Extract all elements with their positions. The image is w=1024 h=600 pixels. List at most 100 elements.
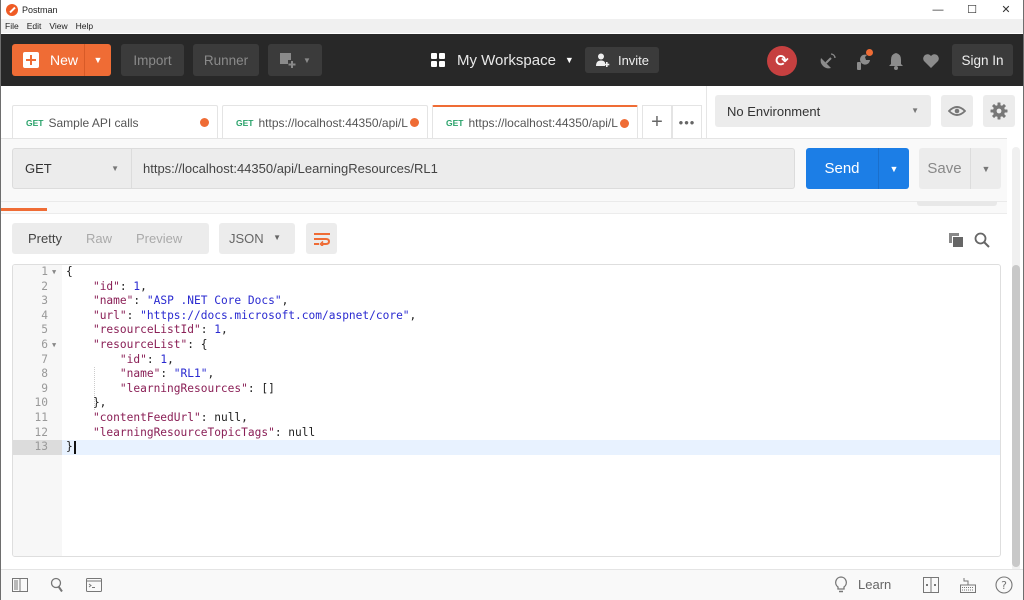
code-line: 4 "url": "https://docs.microsoft.com/asp… [13,309,1000,324]
new-tab-button[interactable]: + [642,105,672,139]
request-tab-active[interactable]: GET https://localhost:44350/api/L [432,105,638,139]
find-button[interactable] [48,576,66,594]
runner-button[interactable]: Runner [193,44,259,76]
search-button[interactable] [973,231,991,249]
manage-environments-button[interactable] [983,95,1015,127]
notifications-button[interactable] [885,50,907,72]
keyboard-shortcuts-button[interactable] [959,576,977,594]
new-button-label: New [50,52,79,68]
wrap-lines-button[interactable] [306,223,337,254]
console-button[interactable] [85,576,103,594]
request-tab[interactable]: GET https://localhost:44350/api/L [222,105,428,139]
scrollbar-thumb[interactable] [1012,265,1020,567]
learn-bulb-button[interactable] [832,576,850,594]
code-line: 8 "name": "RL1", [13,367,1000,382]
method-select[interactable]: GET ▼ [12,148,132,189]
menu-help[interactable]: Help [76,21,93,31]
favorites-button[interactable] [920,50,942,72]
tab-label: https://localhost:44350/api/L [258,115,408,130]
menu-view[interactable]: View [49,21,67,31]
format-select[interactable]: JSON ▼ [219,223,295,254]
json-key: "id" [119,352,147,366]
workspace-selector[interactable]: My Workspace ▼ [431,44,574,76]
unsaved-dot-icon [200,118,209,127]
save-button[interactable]: Save [919,148,970,189]
line-number: 8 [41,367,48,381]
line-number: 5 [41,323,48,337]
line-number: 7 [41,352,48,366]
minimize-button[interactable]: — [921,0,955,19]
copy-button[interactable] [947,231,965,249]
request-bar: GET ▼ https://localhost:44350/api/Learni… [1,139,1007,213]
caret-down-icon: ▼ [111,164,119,173]
send-button[interactable]: Send [806,148,878,189]
json-key: "learningResourceTopicTags" [92,425,275,439]
satellite-icon [820,53,836,69]
learn-link[interactable]: Learn [858,577,891,592]
code-line: 3 "name": "ASP .NET Core Docs", [13,294,1000,309]
help-button[interactable]: ? [995,576,1013,594]
new-window-button[interactable]: ▼ [268,44,322,76]
import-button[interactable]: Import [121,44,184,76]
fold-toggle-icon[interactable]: ▼ [52,265,56,280]
invite-button[interactable]: Invite [585,47,659,73]
sync-button[interactable]: ⟳ [767,46,797,76]
settings-wrench-button[interactable] [853,49,875,72]
menu-edit[interactable]: Edit [27,21,42,31]
format-label: JSON [229,231,264,246]
code-line: 2 "id": 1, [13,280,1000,295]
keyboard-icon [960,578,976,593]
window-title: Postman [22,4,58,15]
close-button[interactable]: ✕ [989,0,1023,19]
json-value: 1 [160,352,168,366]
json-value: "ASP .NET Core Docs" [146,294,282,308]
copy-icon [949,233,963,247]
text-cursor [73,440,76,454]
window-controls: — ☐ ✕ [921,0,1023,19]
send-dropdown-button[interactable]: ▼ [878,148,909,189]
request-tabs: GET Sample API calls GET https://localho… [1,86,707,139]
help-icon: ? [995,576,1013,594]
view-preview-tab[interactable]: Preview [136,231,182,246]
two-pane-view-button[interactable] [922,576,940,594]
environment-quick-look-button[interactable] [941,95,973,127]
environment-select[interactable]: No Environment ▼ [715,95,931,127]
code-line: 6 ▼ "resourceList": { [13,338,1000,353]
eye-icon [948,106,966,116]
new-dropdown-button[interactable]: ▼ [84,44,111,76]
brace-open: { [66,265,73,278]
save-dropdown-button[interactable]: ▼ [970,148,1001,189]
postman-window: Postman — ☐ ✕ File Edit View Help New ▼ … [0,0,1024,600]
caret-down-icon: ▼ [273,233,281,242]
environment-bar: No Environment ▼ [707,86,1023,138]
interceptor-button[interactable] [817,50,839,72]
search-icon [50,577,63,593]
search-icon [974,232,990,248]
request-tab[interactable]: GET Sample API calls [12,105,218,139]
maximize-button[interactable]: ☐ [955,0,989,19]
new-button[interactable]: New [12,44,84,76]
plus-icon: + [651,111,663,133]
menu-file[interactable]: File [5,21,19,31]
json-value: 1 [133,279,141,293]
app-header: New ▼ Import Runner ▼ My Workspace ▼ Inv… [1,34,1023,86]
line-number: 13 [13,440,62,455]
response-body-editor[interactable]: 1 ▼ { 2 "id": 1, 3 "name": "ASP .NET Cor… [12,264,1001,557]
tab-options-button[interactable]: ••• [672,105,702,139]
json-key: "name" [119,367,161,381]
line-number: 10 [34,396,48,410]
toggle-sidebar-button[interactable] [11,576,29,594]
unsaved-dot-icon [620,119,629,128]
caret-down-icon: ▼ [93,55,103,65]
sign-in-button[interactable]: Sign In [952,44,1013,76]
url-input[interactable]: https://localhost:44350/api/LearningReso… [132,148,795,189]
fold-toggle-icon[interactable]: ▼ [52,338,56,353]
main-scrollbar[interactable] [1012,147,1020,572]
line-number: 12 [34,425,48,439]
url-value: https://localhost:44350/api/LearningReso… [143,161,438,176]
json-value: [] [261,381,275,395]
view-raw-tab[interactable]: Raw [86,231,112,246]
view-pretty-tab[interactable]: Pretty [28,231,62,246]
status-bar: Learn ? [1,569,1023,600]
line-number: 2 [41,279,48,293]
